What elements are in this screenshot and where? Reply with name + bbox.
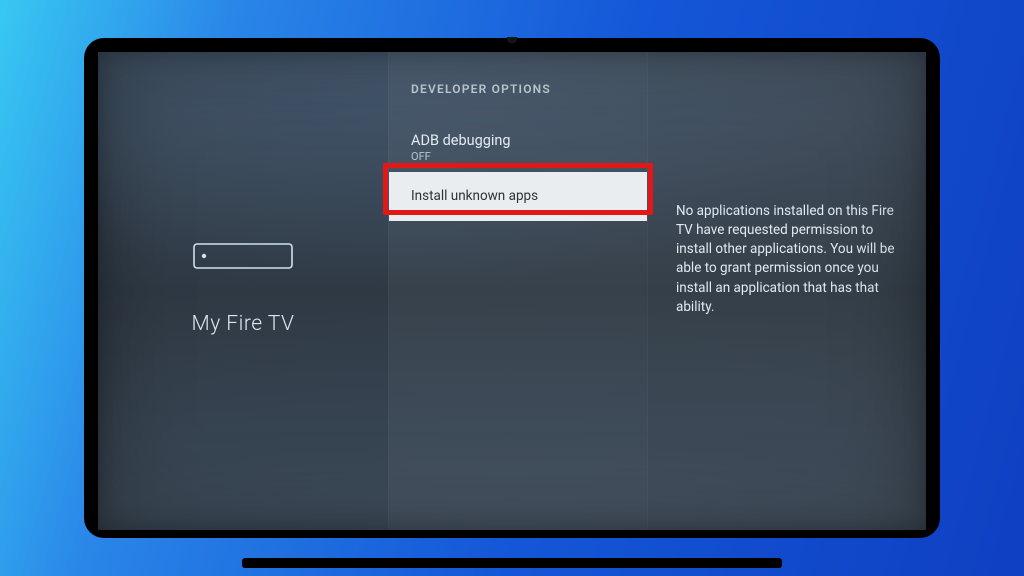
menu-header: DEVELOPER OPTIONS (389, 82, 647, 122)
monitor-frame: My Fire TV DEVELOPER OPTIONS ADB debuggi… (84, 38, 940, 538)
menu-panel: DEVELOPER OPTIONS ADB debugging OFF Inst… (388, 52, 648, 530)
menu-item-adb-debugging[interactable]: ADB debugging OFF (389, 122, 647, 172)
menu-item-title: Install unknown apps (411, 188, 625, 204)
sidebar-panel: My Fire TV (98, 52, 388, 530)
detail-description: No applications installed on this Fire T… (676, 202, 898, 317)
camera-notch (507, 37, 517, 43)
menu-item-title: ADB debugging (411, 132, 625, 149)
detail-panel: No applications installed on this Fire T… (648, 52, 926, 530)
monitor-stand (242, 558, 782, 568)
firetv-stick-icon (188, 236, 298, 276)
menu-item-install-unknown-apps[interactable]: Install unknown apps (389, 172, 647, 220)
firetv-screen: My Fire TV DEVELOPER OPTIONS ADB debuggi… (98, 52, 926, 530)
sidebar-section-label: My Fire TV (192, 312, 295, 336)
menu-item-value: OFF (411, 150, 625, 163)
